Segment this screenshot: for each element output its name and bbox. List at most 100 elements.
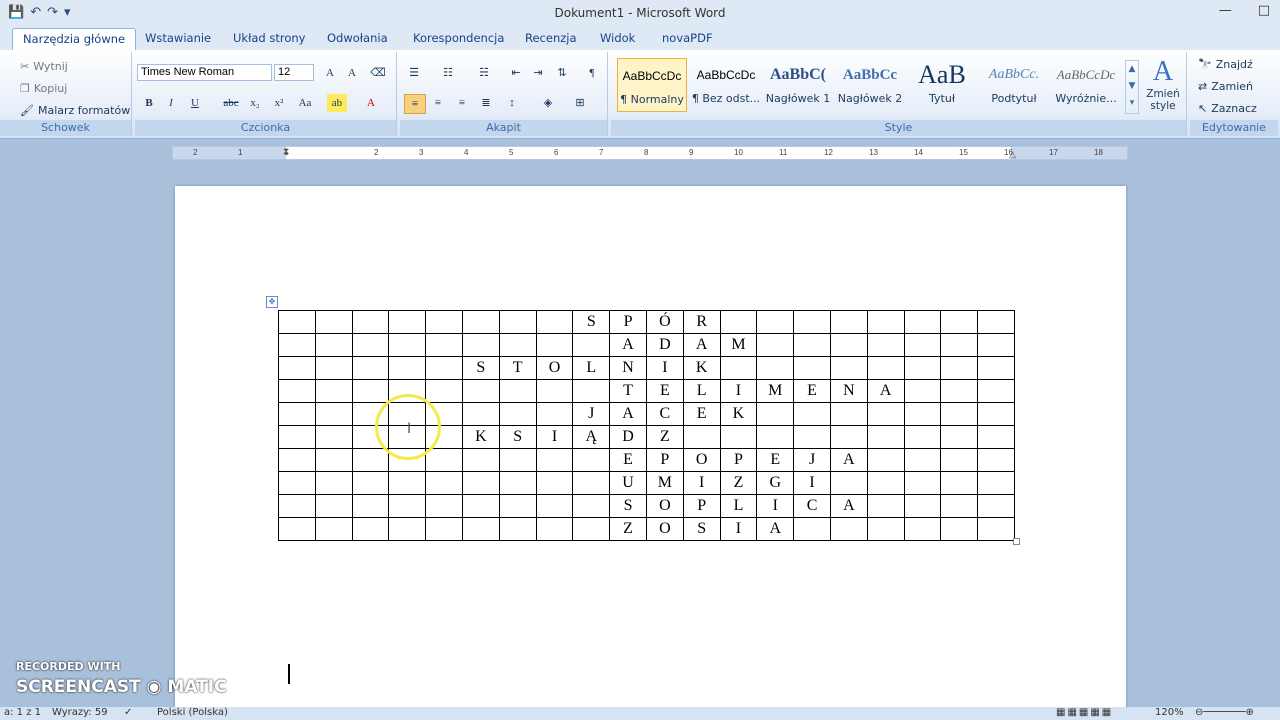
crossword-cell[interactable]: N	[829, 379, 868, 403]
crossword-cell[interactable]	[278, 310, 316, 334]
crossword-cell[interactable]	[866, 517, 905, 541]
crossword-cell[interactable]	[977, 402, 1015, 426]
crossword-cell[interactable]	[314, 471, 353, 495]
crossword-cell[interactable]	[940, 333, 979, 357]
align-left-icon[interactable]: ≡	[404, 94, 426, 114]
tab-references[interactable]: Odwołania	[327, 31, 388, 45]
crossword-cell[interactable]: C	[793, 494, 831, 518]
subscript-icon[interactable]: x₂	[245, 94, 265, 112]
right-indent-icon[interactable]: △	[1009, 149, 1016, 160]
crossword-cell[interactable]	[682, 425, 721, 449]
change-case-icon[interactable]: Aa	[295, 94, 315, 112]
align-right-icon[interactable]: ≡	[452, 94, 472, 112]
crossword-cell[interactable]: M	[645, 471, 684, 495]
format-painter-button[interactable]: 🖌 Malarz formatów	[20, 104, 130, 117]
crossword-cell[interactable]	[425, 356, 463, 380]
crossword-cell[interactable]	[498, 402, 537, 426]
crossword-cell[interactable]	[829, 333, 868, 357]
crossword-cell[interactable]	[278, 517, 316, 541]
crossword-cell[interactable]	[756, 333, 795, 357]
page-count[interactable]: a: 1 z 1	[4, 707, 41, 718]
crossword-cell[interactable]	[351, 448, 390, 472]
crossword-cell[interactable]	[940, 402, 979, 426]
justify-icon[interactable]: ≣	[476, 94, 496, 112]
crossword-cell[interactable]: O	[645, 517, 684, 541]
crossword-cell[interactable]	[314, 379, 353, 403]
crossword-cell[interactable]	[461, 379, 500, 403]
crossword-cell[interactable]: M	[719, 333, 758, 357]
crossword-cell[interactable]: E	[793, 379, 831, 403]
crossword-cell[interactable]	[498, 379, 537, 403]
crossword-cell[interactable]: S	[682, 517, 721, 541]
shading-icon[interactable]: ◈	[538, 94, 558, 112]
crossword-cell[interactable]	[535, 379, 574, 403]
crossword-cell[interactable]	[314, 356, 353, 380]
crossword-cell[interactable]	[903, 379, 942, 403]
multilevel-list-icon[interactable]: ☵	[474, 64, 494, 82]
crossword-cell[interactable]: Ó	[645, 310, 684, 334]
crossword-cell[interactable]	[278, 402, 316, 426]
crossword-cell[interactable]	[425, 333, 463, 357]
crossword-cell[interactable]: T	[498, 356, 537, 380]
view-buttons[interactable]: ▦▦▦▦▦	[1056, 707, 1113, 718]
crossword-cell[interactable]	[977, 471, 1015, 495]
highlight-icon[interactable]: ab	[327, 94, 347, 112]
crossword-cell[interactable]: P	[682, 494, 721, 518]
crossword-cell[interactable]: I	[756, 494, 795, 518]
crossword-cell[interactable]	[461, 448, 500, 472]
crossword-cell[interactable]: P	[609, 310, 647, 334]
crossword-cell[interactable]	[829, 471, 868, 495]
decrease-indent-icon[interactable]: ⇤	[506, 64, 526, 82]
crossword-cell[interactable]	[351, 471, 390, 495]
horizontal-ruler[interactable]: 2 1 1 2 3 4 5 6 7 8 9 10 11 12 13 14 15 16 17 18 ⧗ △	[172, 146, 1128, 160]
crossword-cell[interactable]: K	[461, 425, 500, 449]
maximize-icon[interactable]: □	[1258, 3, 1270, 18]
document-page[interactable]: ✥ SPÓRADAMSTOLNIKTELIMENAJACEKKSIĄDZEPOP…	[175, 186, 1126, 720]
crossword-cell[interactable]	[719, 425, 758, 449]
crossword-cell[interactable]	[535, 310, 574, 334]
crossword-cell[interactable]	[351, 356, 390, 380]
crossword-cell[interactable]	[756, 356, 795, 380]
crossword-cell[interactable]	[498, 494, 537, 518]
crossword-cell[interactable]: E	[609, 448, 647, 472]
crossword-cell[interactable]	[719, 356, 758, 380]
crossword-cell[interactable]: G	[756, 471, 795, 495]
crossword-cell[interactable]	[461, 517, 500, 541]
crossword-cell[interactable]	[829, 356, 868, 380]
crossword-cell[interactable]	[903, 494, 942, 518]
crossword-cell[interactable]	[793, 517, 831, 541]
styles-scroll[interactable]: ▲ ▼ ▾	[1125, 60, 1139, 114]
crossword-cell[interactable]	[278, 333, 316, 357]
crossword-cell[interactable]: I	[719, 517, 758, 541]
language[interactable]: Polski (Polska)	[157, 707, 228, 718]
crossword-cell[interactable]	[314, 517, 353, 541]
crossword-cell[interactable]: Ą	[572, 425, 611, 449]
tab-page-layout[interactable]: Układ strony	[233, 31, 305, 45]
crossword-cell[interactable]	[498, 333, 537, 357]
crossword-cell[interactable]: R	[682, 310, 721, 334]
crossword-cell[interactable]	[461, 471, 500, 495]
crossword-cell[interactable]	[940, 379, 979, 403]
crossword-cell[interactable]	[572, 333, 611, 357]
style-no-spacing[interactable]: AaBbCcDc ¶ Bez odst...	[691, 58, 761, 112]
pilcrow-icon[interactable]: ¶	[582, 64, 602, 82]
crossword-cell[interactable]: E	[645, 379, 684, 403]
crossword-cell[interactable]: L	[572, 356, 611, 380]
crossword-cell[interactable]	[351, 310, 390, 334]
crossword-cell[interactable]	[535, 402, 574, 426]
crossword-cell[interactable]	[866, 333, 905, 357]
crossword-cell[interactable]	[388, 471, 427, 495]
bold-icon[interactable]: B	[139, 94, 159, 112]
crossword-cell[interactable]	[572, 517, 611, 541]
numbering-icon[interactable]: ☷	[438, 64, 458, 82]
underline-icon[interactable]: U	[185, 94, 205, 112]
crossword-cell[interactable]	[756, 402, 795, 426]
strikethrough-icon[interactable]: abc	[221, 94, 241, 112]
crossword-cell[interactable]	[940, 356, 979, 380]
crossword-cell[interactable]	[866, 448, 905, 472]
crossword-cell[interactable]	[351, 494, 390, 518]
crossword-cell[interactable]: K	[682, 356, 721, 380]
crossword-cell[interactable]: A	[682, 333, 721, 357]
crossword-cell[interactable]	[278, 471, 316, 495]
crossword-cell[interactable]	[388, 517, 427, 541]
